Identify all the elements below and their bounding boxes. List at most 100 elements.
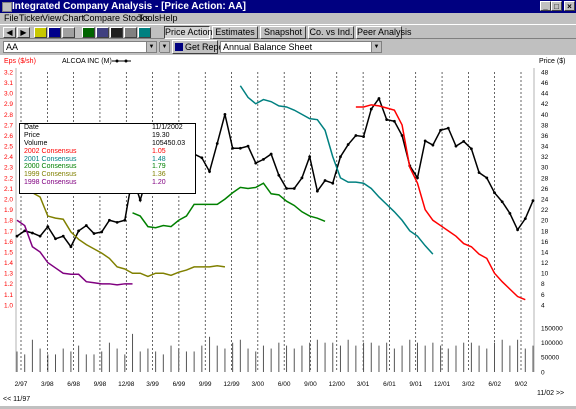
price-point [238,146,242,150]
x-tick-label: 3/99 [146,381,159,388]
info-row: 1998 Consensus 1.20 [20,179,195,187]
menu-file[interactable]: File [4,13,19,24]
copy-icon[interactable] [124,27,137,38]
price-point [377,97,381,100]
price-tick-label: 12 [541,260,549,267]
price-point [69,245,73,249]
next-range-button[interactable]: 11/02 >> [537,390,564,397]
info-label: 1998 Consensus [24,179,77,187]
chart-icon[interactable] [110,27,123,38]
consensus-line [16,219,133,286]
left-axis-label: Eps ($/sh) [4,58,36,65]
report-type-value: Annual Balance Sheet [223,42,313,52]
price-point [462,139,466,143]
report-combo[interactable]: ▼ [159,41,170,53]
app-icon [2,2,12,12]
price-tick-label: 46 [541,80,549,87]
ticker-combo[interactable]: AA ▼ [3,41,157,53]
save-icon[interactable] [48,27,61,38]
prev-range-button[interactable]: << 11/97 [3,396,30,403]
legend-label: ALCOA INC (M) [62,58,112,65]
legend-marker [115,59,119,63]
table-icon[interactable] [96,27,109,38]
x-tick-label: 9/02 [515,381,528,388]
tab-price-action[interactable]: Price Action [164,26,213,39]
price-point [439,128,442,132]
chevron-down-icon[interactable]: ▼ [159,42,169,52]
chart-area: Eps ($/sh) ALCOA INC (M) Price ($) 1.0 1.… [0,55,576,406]
print-icon[interactable] [62,27,75,38]
chevron-down-icon[interactable]: ▼ [146,42,156,52]
price-point [446,126,450,130]
minimize-button[interactable]: _ [540,1,551,11]
price-point [254,161,258,165]
price-point [61,234,65,238]
price-point [31,231,34,235]
x-tick-label: 9/00 [304,381,317,388]
report-type-combo[interactable]: Annual Balance Sheet ▼ [220,41,382,53]
price-tick-label: 38 [541,122,549,129]
price-point [300,176,304,180]
info-value: 1.79 [152,163,166,171]
eps-tick-label: 1.6 [4,239,13,246]
window-title: Integrated Company Analysis - [Price Act… [12,1,246,12]
eps-tick-label: 1.0 [4,302,13,309]
price-tick-label: 40 [541,112,549,119]
info-label: 2001 Consensus [24,155,77,163]
price-point [292,187,296,190]
tab-estimates[interactable]: Estimates [212,26,258,39]
info-row: Date 11/1/2002 [20,124,195,132]
ticker-value: AA [6,42,19,52]
price-point [485,176,489,180]
menu-help[interactable]: Help [159,13,178,24]
price-tick-label: 20 [541,218,549,225]
menu-tools[interactable]: Tools [138,13,159,24]
price-point [431,143,435,147]
menu-view[interactable]: View [42,13,61,24]
x-tick-label: 6/99 [173,381,186,388]
eps-tick-label: 1.7 [4,228,13,235]
back-arrow-icon[interactable]: ◀ [3,27,16,38]
price-chart[interactable]: Eps ($/sh) ALCOA INC (M) Price ($) 1.0 1.… [0,55,576,406]
help-icon[interactable] [138,27,151,38]
volume-tick-label: 0 [541,369,545,376]
price-point [138,198,142,202]
x-tick-label: 6/02 [488,381,501,388]
x-tick-label: 3/02 [462,381,475,388]
price-tick-label: 44 [541,91,549,98]
open-icon[interactable] [34,27,47,38]
price-point [100,230,104,234]
price-tick-label: 48 [541,69,549,76]
eps-tick-label: 1.9 [4,207,13,214]
price-tick-label: 34 [541,144,549,151]
price-tick-label: 28 [541,175,549,182]
chevron-down-icon[interactable]: ▼ [371,42,381,52]
eps-tick-label: 1.8 [4,218,13,225]
eps-tick-label: 3.0 [4,91,13,98]
price-point [308,155,312,159]
price-point [362,135,365,139]
volume-tick-label: 100000 [541,340,563,347]
report-icon [175,43,183,51]
tab-co-vs-ind[interactable]: Co. vs Ind. [308,26,354,39]
close-button[interactable]: × [564,1,575,11]
forward-arrow-icon[interactable]: ▶ [17,27,30,38]
eps-tick-label: 2.2 [4,175,13,182]
tab-snapshot[interactable]: Snapshot [260,26,306,39]
price-point [385,118,389,122]
grid-icon[interactable] [82,27,95,38]
price-point [54,237,57,241]
tab-peer-analysis[interactable]: Peer Analysis [356,26,412,39]
price-point [369,107,373,111]
menu-chart[interactable]: Chart [62,13,84,24]
toolbar: ◀ ▶ Price Action Estimates Snapshot Co. … [0,24,576,39]
input-row: AA ▼ ▼ Get Report Annual Balance Sheet ▼ [0,40,576,54]
legend-marker [124,59,128,63]
price-tick-label: 6 [541,292,545,299]
menu-ticker[interactable]: Ticker [19,13,43,24]
info-value: 1.20 [152,179,166,187]
get-report-button[interactable]: Get Report [172,40,229,54]
eps-tick-label: 2.1 [4,186,13,193]
maximize-button[interactable]: □ [551,1,562,11]
x-tick-label: 9/99 [199,381,212,388]
